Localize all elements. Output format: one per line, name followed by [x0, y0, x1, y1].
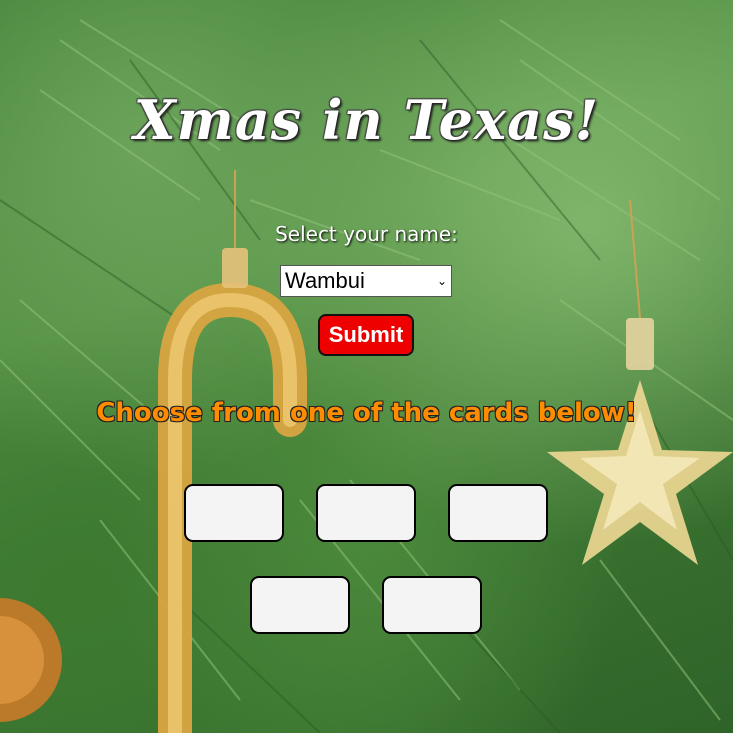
- card-3[interactable]: [448, 484, 548, 542]
- card-1[interactable]: [184, 484, 284, 542]
- main-content: Xmas in Texas! Select your name: Wambui …: [0, 0, 733, 733]
- card-5[interactable]: [382, 576, 482, 634]
- card-4[interactable]: [250, 576, 350, 634]
- chevron-down-icon: ⌄: [436, 274, 447, 288]
- page-title: Xmas in Texas!: [133, 88, 600, 152]
- choose-cards-heading: Choose from one of the cards below!: [96, 398, 637, 428]
- submit-button[interactable]: Submit: [318, 314, 414, 356]
- card-2[interactable]: [316, 484, 416, 542]
- name-select[interactable]: Wambui ⌄: [280, 265, 452, 297]
- select-name-label: Select your name:: [275, 222, 458, 246]
- name-select-value: Wambui: [285, 268, 365, 293]
